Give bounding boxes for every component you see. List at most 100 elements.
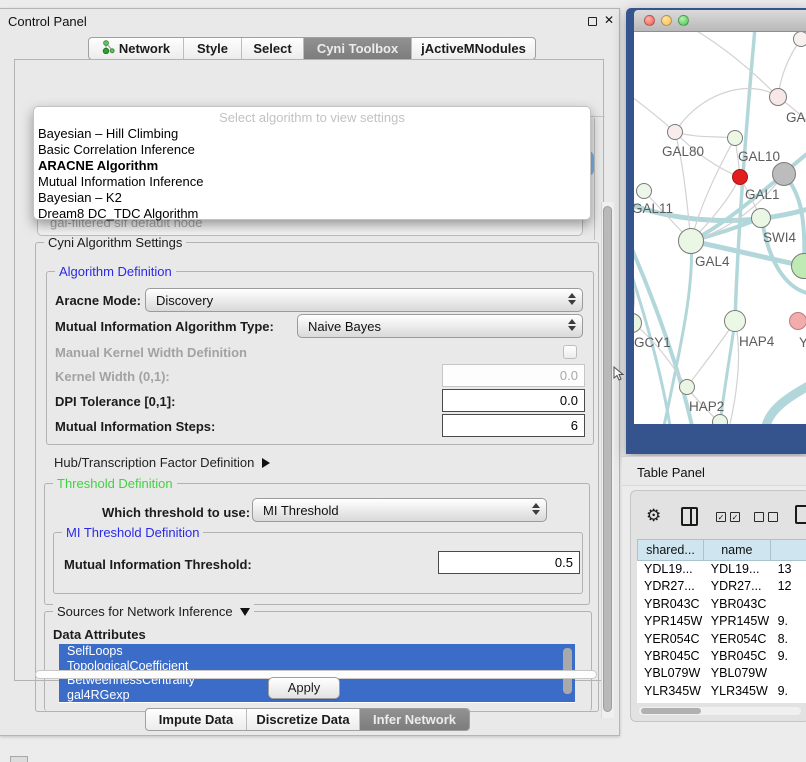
algorithm-option[interactable]: Dream8 DC_TDC Algorithm — [38, 206, 590, 222]
table-row[interactable]: YPR145WYPR145W9. — [637, 613, 806, 630]
network-nodes: GALGAL80GAL10GAL1SWI4GAL11GAL4GCY1HAP4YH… — [634, 32, 806, 424]
column-header-clipped[interactable] — [771, 539, 806, 561]
dpi-tolerance-field[interactable]: 0.0 — [442, 389, 585, 412]
table-cell: YPR145W — [637, 613, 704, 630]
close-icon[interactable]: ✕ — [604, 13, 614, 27]
network-node-gal[interactable] — [769, 88, 787, 106]
network-node-gal4[interactable] — [678, 228, 704, 254]
table-row[interactable]: YBR043CYBR043C — [637, 596, 806, 613]
network-node-gcy1[interactable] — [634, 313, 642, 333]
table-row[interactable]: YIL052CYIL052C9 — [637, 700, 806, 703]
float-window-icon[interactable] — [588, 17, 597, 26]
combo-spinner-icon — [568, 319, 576, 331]
column-header-name[interactable]: name — [704, 539, 771, 561]
aracne-mode-select[interactable]: Discovery — [145, 288, 583, 312]
combo-spinner-icon — [532, 503, 540, 515]
file-icon[interactable] — [795, 505, 806, 524]
table-cell: 13 — [771, 561, 806, 578]
table-row[interactable]: YDR27...YDR27...12 — [637, 578, 806, 595]
manual-kernel-label: Manual Kernel Width Definition — [55, 345, 247, 360]
network-node-hap2[interactable] — [679, 379, 695, 395]
network-view-window: GALGAL80GAL10GAL1SWI4GAL11GAL4GCY1HAP4YH… — [626, 8, 806, 454]
network-node[interactable] — [712, 414, 728, 424]
node-label: GAL1 — [745, 187, 780, 202]
table-cell: YBR043C — [704, 596, 771, 613]
table-row[interactable]: YDL19...YDL19...13 — [637, 561, 806, 578]
column-header-shared-name[interactable]: shared... — [637, 539, 704, 561]
algorithm-option[interactable]: Basic Correlation Inference — [38, 142, 590, 158]
manual-kernel-checkbox[interactable] — [563, 345, 577, 359]
table-row[interactable]: YLR345WYLR345W9. — [637, 683, 806, 700]
zoom-traffic-light-icon[interactable] — [678, 15, 689, 26]
table-row[interactable]: YBL079WYBL079W — [637, 665, 806, 682]
algorithm-option-list: Bayesian – Hill ClimbingBasic Correlatio… — [34, 126, 590, 222]
network-node[interactable] — [791, 253, 806, 279]
data-attribute-item[interactable]: SelfLoops — [59, 644, 575, 659]
bottom-tabbar: Impute Data Discretize Data Infer Networ… — [145, 708, 470, 731]
tab-discretize-data[interactable]: Discretize Data — [246, 709, 359, 730]
select-all-icon[interactable]: ✓✓ — [716, 512, 740, 522]
network-node-swi4[interactable] — [751, 208, 771, 228]
network-node-y[interactable] — [789, 312, 806, 330]
algorithm-option[interactable]: ARACNE Algorithm — [38, 158, 590, 174]
gear-icon[interactable]: ⚙ — [646, 506, 661, 526]
mi-algorithm-type-select[interactable]: Naive Bayes — [297, 314, 583, 338]
network-node-gal1[interactable] — [732, 169, 748, 185]
tab-impute-data[interactable]: Impute Data — [146, 709, 246, 730]
columns-icon[interactable] — [681, 507, 698, 526]
network-icon — [102, 40, 115, 57]
tab-jactivemnodules[interactable]: jActiveMNodules — [411, 38, 535, 59]
minimize-traffic-light-icon[interactable] — [661, 15, 672, 26]
cyni-toolbox-panel: gal-filtered sif default node Select alg… — [14, 59, 604, 681]
settings-vertical-scrollbar-thumb[interactable] — [603, 206, 612, 712]
combo-spinner-icon — [568, 293, 576, 305]
which-threshold-select[interactable]: MI Threshold — [252, 498, 547, 522]
algorithm-option[interactable]: Bayesian – Hill Climbing — [38, 126, 590, 142]
tab-cyni-toolbox[interactable]: Cyni Toolbox — [303, 38, 411, 59]
mi-threshold-field[interactable]: 0.5 — [438, 551, 580, 574]
table-row[interactable]: YBR045CYBR045C9. — [637, 648, 806, 665]
kernel-width-label: Kernel Width (0,1): — [55, 369, 170, 384]
kernel-width-field[interactable]: 0.0 — [442, 364, 585, 387]
node-label: Y — [799, 335, 806, 350]
network-node[interactable] — [793, 32, 806, 47]
tab-network-label: Network — [119, 41, 170, 56]
algorithm-option[interactable]: Mutual Information Inference — [38, 174, 590, 190]
tab-infer-network[interactable]: Infer Network — [359, 709, 469, 730]
algorithm-option[interactable]: Bayesian – K2 — [38, 190, 590, 206]
table-cell: 8. — [771, 631, 806, 648]
table-cell: YIL052C — [637, 700, 704, 703]
node-label: GAL80 — [662, 144, 704, 159]
network-node-gal11[interactable] — [636, 183, 652, 199]
node-label: GAL11 — [634, 201, 673, 216]
network-node-hap4[interactable] — [724, 310, 746, 332]
hub-definition-toggle[interactable]: Hub/Transcription Factor Definition — [54, 455, 270, 470]
apply-button[interactable]: Apply — [268, 677, 340, 699]
sources-title[interactable]: Sources for Network Inference — [53, 604, 254, 619]
node-label: GAL4 — [695, 254, 730, 269]
close-traffic-light-icon[interactable] — [644, 15, 655, 26]
partial-widget — [10, 756, 28, 762]
node-table: shared... name YDL19...YDL19...13YDR27..… — [637, 539, 806, 703]
network-node[interactable] — [772, 162, 796, 186]
network-node-gal10[interactable] — [727, 130, 743, 146]
mouse-cursor — [613, 366, 625, 382]
network-window-titlebar[interactable] — [634, 10, 806, 32]
algorithm-dropdown-popup: Select algorithm to view settings Bayesi… — [33, 106, 591, 220]
table-row[interactable]: YER054CYER054C8. — [637, 631, 806, 648]
table-cell: YBR045C — [637, 648, 704, 665]
settings-group-title: Cyni Algorithm Settings — [44, 235, 186, 250]
screen: Control Panel ✕ Network Style — [0, 0, 806, 762]
network-canvas[interactable]: GALGAL80GAL10GAL1SWI4GAL11GAL4GCY1HAP4YH… — [634, 32, 806, 424]
tab-network[interactable]: Network — [89, 38, 183, 59]
network-node-gal80[interactable] — [667, 124, 683, 140]
table-cell: 12 — [771, 578, 806, 595]
tab-style[interactable]: Style — [183, 38, 241, 59]
node-label: HAP2 — [689, 399, 724, 414]
algorithm-definition-group: Algorithm Definition Aracne Mode: Discov… — [46, 271, 594, 445]
deselect-all-icon[interactable] — [754, 512, 778, 522]
tab-select[interactable]: Select — [241, 38, 303, 59]
mi-steps-field[interactable]: 6 — [442, 414, 585, 437]
table-horizontal-scrollbar[interactable] — [639, 707, 801, 715]
table-horizontal-scrollbar-thumb[interactable] — [641, 708, 701, 714]
